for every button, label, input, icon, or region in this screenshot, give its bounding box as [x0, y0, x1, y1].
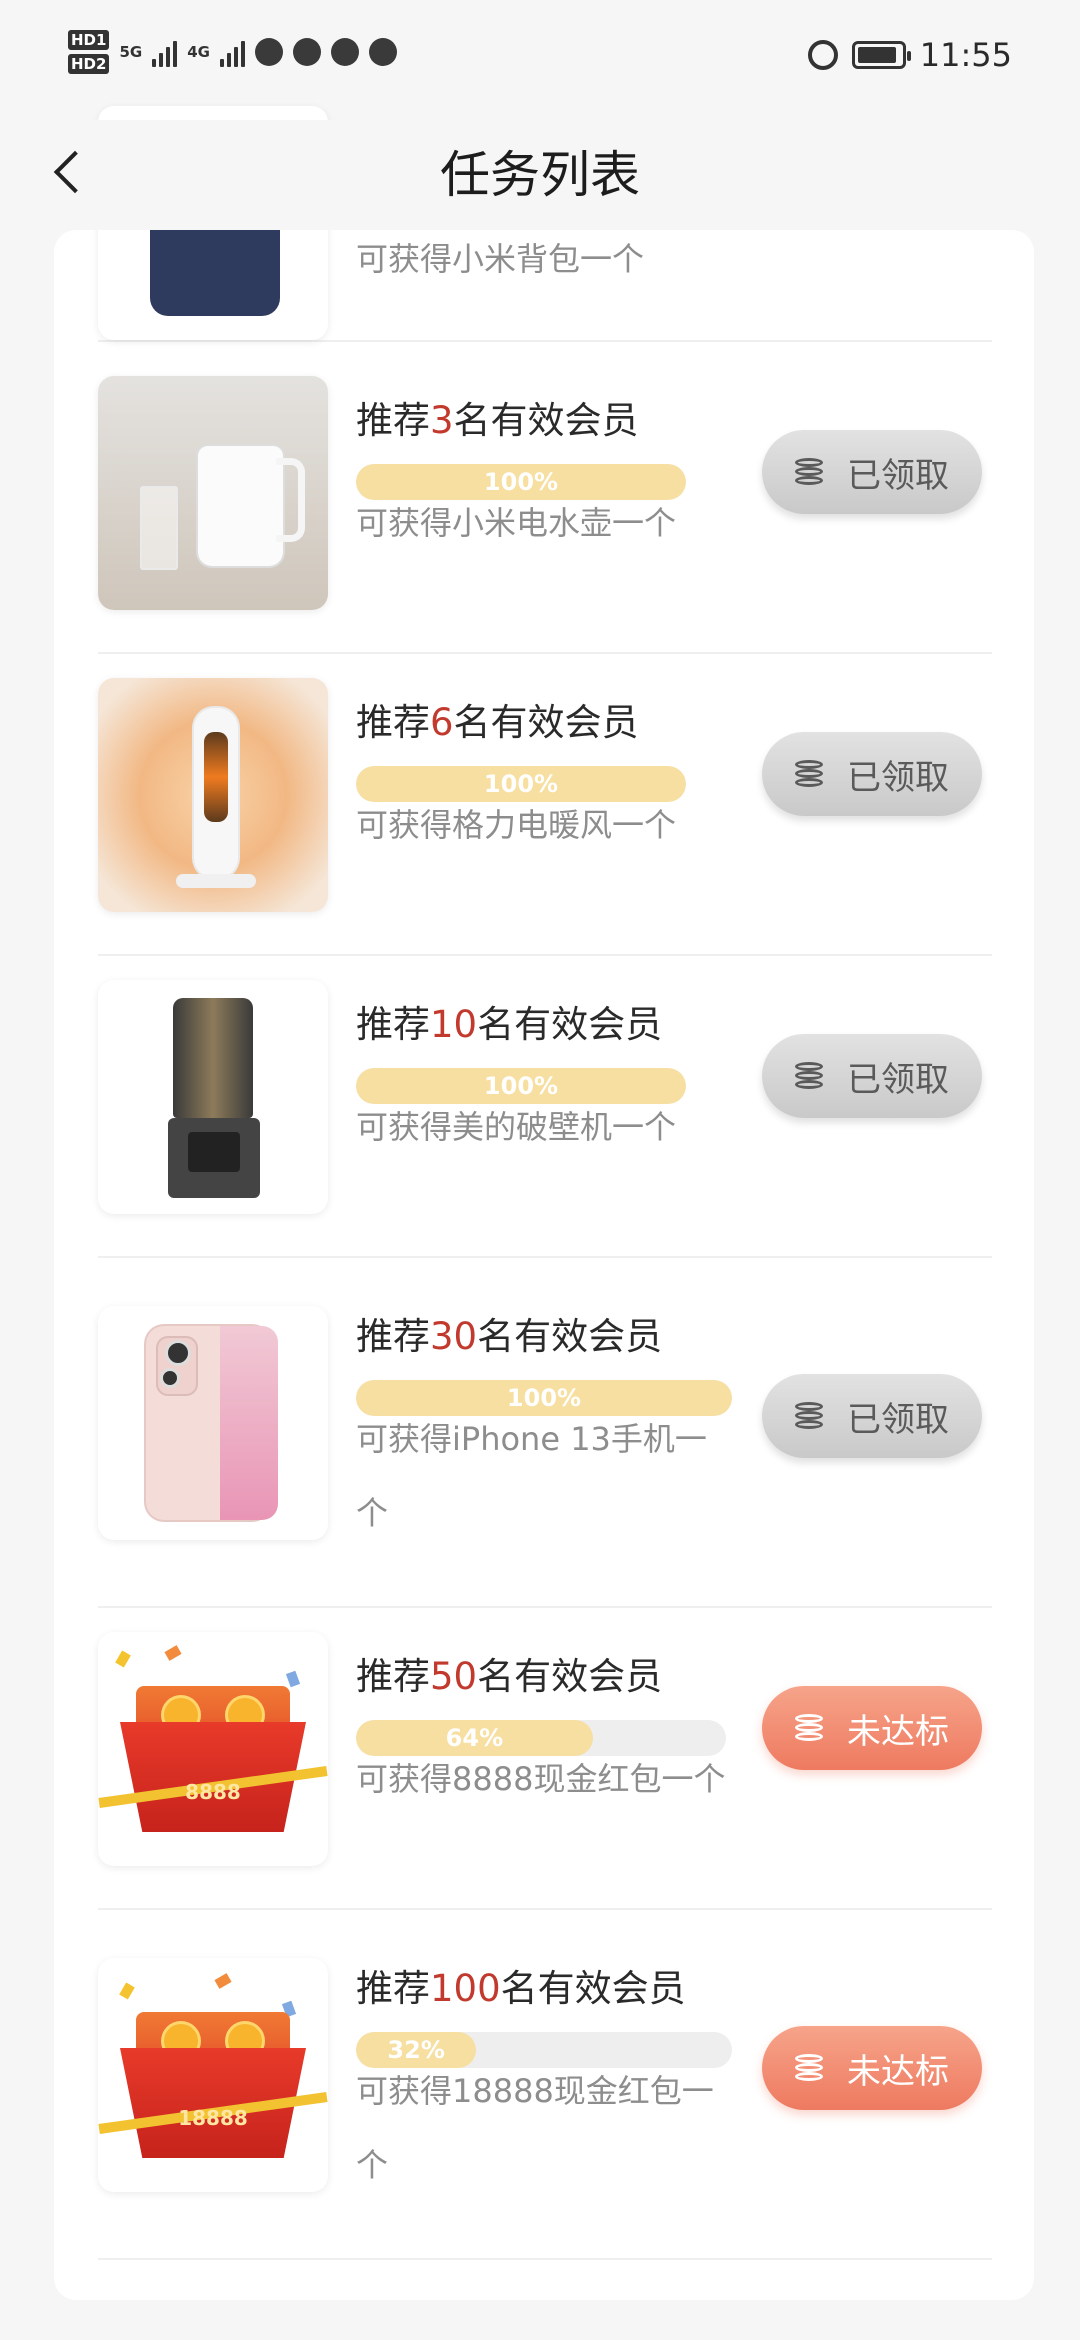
message-icon: [368, 38, 397, 66]
task-item: 推荐6名有效会员 100% 可获得格力电暖风一个 已领取: [98, 652, 992, 956]
task-title: 推荐50名有效会员: [356, 1655, 663, 1698]
network-5g-label: 5G: [119, 43, 143, 61]
coins-icon: [795, 2054, 825, 2082]
task-item: 推荐30名有效会员 100% 可获得iPhone 13手机一个 已领取: [98, 1256, 992, 1608]
task-item: 推荐10名有效会员 100% 可获得美的破壁机一个 已领取: [98, 954, 992, 1258]
task-image-blender: [98, 980, 328, 1214]
task-image-heater: [98, 678, 328, 912]
browser-icon: [330, 38, 359, 66]
task-title: 推荐30名有效会员: [356, 1315, 663, 1358]
task-item: 18888 推荐100名有效会员 32% 可获得18888现金红包一个 未达标: [98, 1908, 992, 2260]
claimed-button[interactable]: 已领取: [762, 1034, 982, 1118]
task-item: 可获得小米背包一个: [98, 106, 992, 342]
claimed-button[interactable]: 已领取: [762, 732, 982, 816]
hd2-label: HD2: [68, 54, 110, 74]
alarm-icon: [807, 40, 838, 70]
task-reward: 可获得18888现金红包一个: [356, 2072, 714, 2184]
task-reward: 可获得8888现金红包一个: [356, 1760, 726, 1798]
task-reward: 可获得小米电水壶一个: [356, 504, 677, 542]
task-title: 推荐3名有效会员: [356, 399, 639, 442]
hd1-label: HD1: [68, 30, 110, 50]
coins-icon: [795, 1402, 825, 1430]
task-item: 推荐3名有效会员 100% 可获得小米电水壶一个 已领取: [98, 350, 992, 654]
unmet-button[interactable]: 未达标: [762, 2026, 982, 2110]
status-bar: HD1 HD2 5G 4G 11:55: [0, 0, 1080, 120]
hd-indicator: HD1 HD2: [68, 30, 110, 74]
coins-icon: [795, 760, 825, 788]
task-reward: 可获得小米背包一个: [356, 240, 645, 278]
task-title: 推荐100名有效会员: [356, 1967, 686, 2010]
status-right: 11:55: [807, 36, 1012, 74]
battery-icon: [851, 41, 911, 69]
claimed-button[interactable]: 已领取: [762, 430, 982, 514]
clock: 11:55: [919, 36, 1012, 74]
coins-icon: [795, 458, 825, 486]
task-image-iphone: [98, 1306, 328, 1540]
nav-bar: 任务列表: [0, 120, 1080, 230]
claimed-button[interactable]: 已领取: [762, 1374, 982, 1458]
task-reward: 可获得iPhone 13手机一个: [356, 1420, 707, 1532]
network-4g-label: 4G: [187, 43, 210, 61]
task-image-kettle: [98, 376, 328, 610]
coins-icon: [795, 1062, 825, 1090]
page-title: 任务列表: [440, 146, 640, 204]
unmet-button[interactable]: 未达标: [762, 1686, 982, 1770]
task-reward: 可获得格力电暖风一个: [356, 806, 677, 844]
task-title: 推荐6名有效会员: [356, 701, 639, 744]
task-list: 可获得小米背包一个 推荐3名有效会员 100% 可获得小米电水壶一个 已领取 推…: [54, 106, 1034, 2300]
red-envelope-amount: 18888: [178, 2106, 248, 2130]
signal-bars-icon: [152, 37, 178, 67]
status-left: HD1 HD2 5G 4G: [68, 30, 397, 74]
wechat-icon: [292, 38, 321, 66]
red-envelope-amount: 8888: [185, 1780, 241, 1804]
signal-bars-icon: [219, 37, 245, 67]
task-image-red-envelope: 8888: [98, 1632, 328, 1866]
coins-icon: [795, 1714, 825, 1742]
task-title: 推荐10名有效会员: [356, 1003, 663, 1046]
task-item: 8888 推荐50名有效会员 64% 可获得8888现金红包一个 未达标: [98, 1606, 992, 1910]
health-icon: [254, 38, 283, 66]
task-image-red-envelope: 18888: [98, 1958, 328, 2192]
task-reward: 可获得美的破壁机一个: [356, 1108, 677, 1146]
